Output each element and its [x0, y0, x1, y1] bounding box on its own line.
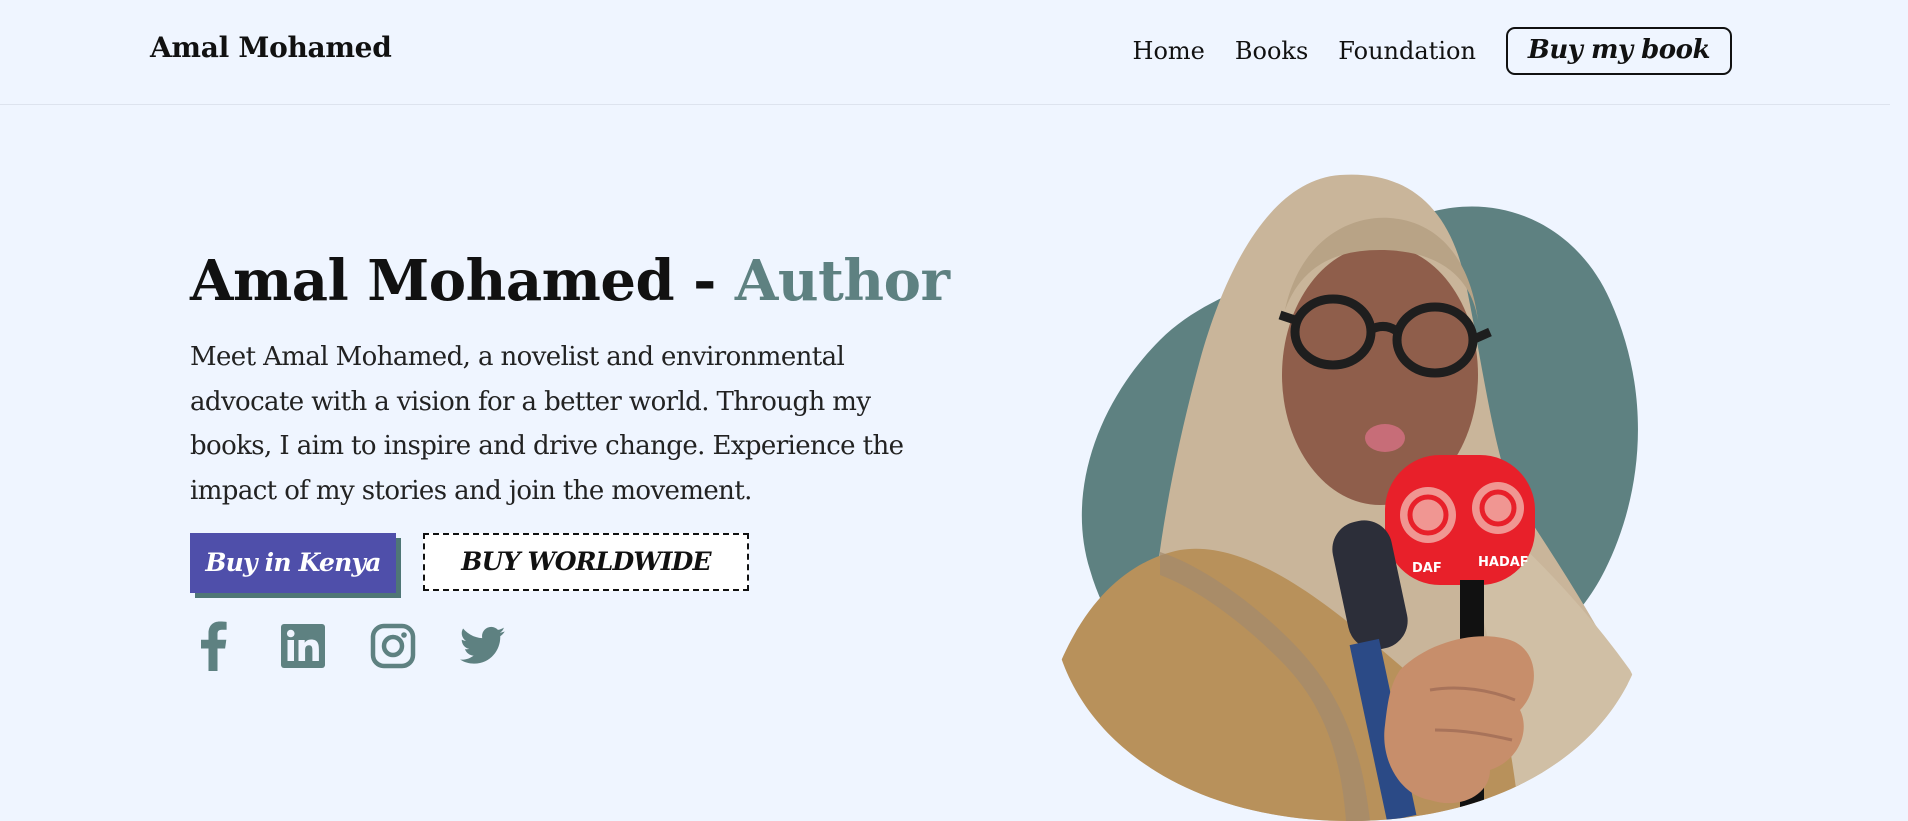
buy-my-book-button[interactable]: Buy my book [1505, 27, 1732, 75]
hero-title-accent: Author [734, 248, 950, 314]
buy-worldwide-button[interactable]: BUY WORLDWIDE [423, 533, 749, 591]
linkedin-icon[interactable] [280, 620, 326, 672]
nav-books-link[interactable]: Books [1235, 37, 1308, 65]
nav-foundation-link[interactable]: Foundation [1338, 37, 1476, 65]
hero-description: Meet Amal Mohamed, a novelist and enviro… [190, 342, 904, 506]
hero-title-main: Amal Mohamed - [190, 248, 716, 314]
twitter-icon[interactable] [460, 620, 506, 672]
site-header: Amal Mohamed Home Books Foundation Buy m… [0, 0, 1890, 105]
brand-logo[interactable]: Amal Mohamed [150, 31, 392, 64]
mic-label-right: HADAF [1478, 555, 1529, 570]
social-links [190, 620, 506, 672]
instagram-icon[interactable] [370, 620, 416, 672]
main-nav: Home Books Foundation Buy my book [1133, 27, 1732, 75]
page: Amal Mohamed Home Books Foundation Buy m… [0, 0, 1908, 821]
mic-label-left: DAF [1412, 561, 1442, 576]
nav-home-link[interactable]: Home [1133, 37, 1205, 65]
buy-in-kenya-button[interactable]: Buy in Kenya [190, 533, 396, 593]
facebook-icon[interactable] [190, 620, 236, 672]
author-portrait: DAF HADAF [1050, 174, 1650, 821]
hero-title: Amal Mohamed - Author [190, 248, 950, 314]
